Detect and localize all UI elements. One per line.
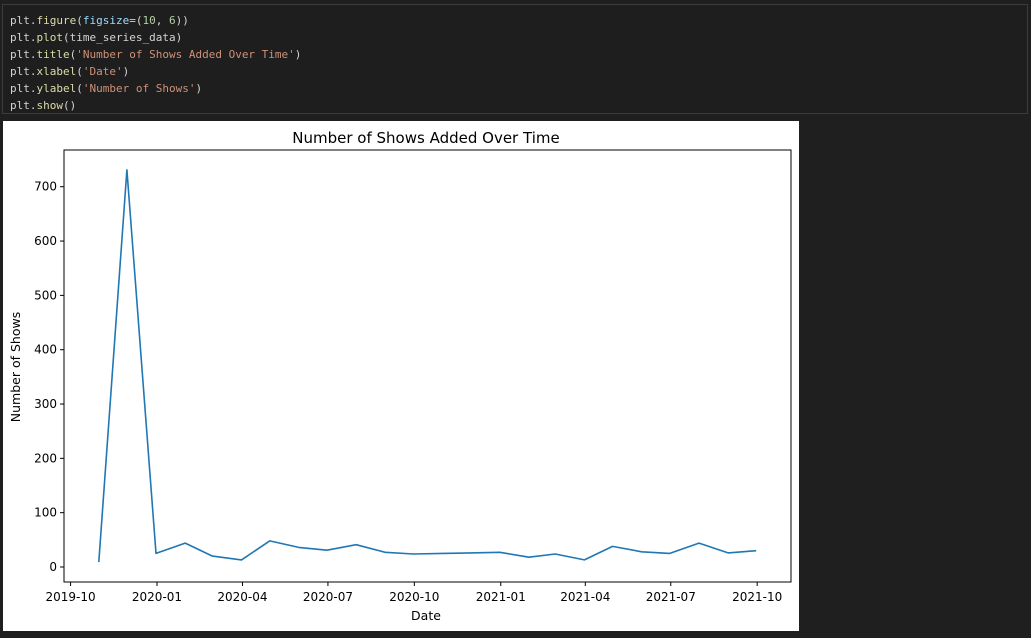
code-token: plt: [10, 99, 30, 112]
code-token: .: [29, 14, 37, 27]
plot-area: [63, 149, 792, 583]
code-token: plt: [10, 31, 30, 44]
code-token: 10: [142, 14, 156, 27]
code-token: (: [76, 14, 83, 27]
x-tick-label: 2021-04: [560, 590, 610, 604]
code-cell[interactable]: plt.figure(figsize=(10, 6)) plt.plot(time…: [2, 4, 1028, 114]
x-tick-label: 2020-01: [132, 590, 182, 604]
y-tick-label: 300: [34, 397, 57, 411]
chart-title: Number of Shows Added Over Time: [292, 129, 559, 147]
code-token: figure: [36, 14, 77, 27]
code-token: xlabel: [36, 65, 77, 78]
code-token: (): [63, 99, 77, 112]
code-token: ): [122, 65, 130, 78]
x-tick-label: 2020-07: [303, 590, 353, 604]
code-token: .: [29, 99, 37, 112]
y-tick-label: 500: [34, 288, 57, 302]
code-token: plt: [10, 82, 30, 95]
code-token: ): [294, 48, 302, 61]
y-tick-label: 200: [34, 451, 57, 465]
x-tick-label: 2021-07: [646, 590, 696, 604]
x-tick-label: 2021-01: [476, 590, 526, 604]
y-axis: 0 100 200 300 400 500 600 700: [34, 180, 64, 574]
plot-output: Number of Shows Added Over Time 0 100 200 3…: [3, 121, 799, 631]
code-token: plt: [10, 48, 30, 61]
code-token: (: [76, 65, 83, 78]
code-line[interactable]: plt.title('Number of Shows Added Over Ti…: [10, 46, 1027, 63]
code-token: title: [36, 48, 70, 61]
code-line[interactable]: plt.xlabel('Date'): [10, 63, 1027, 80]
code-token: ): [195, 82, 203, 95]
code-token: .: [29, 31, 37, 44]
code-token: )): [175, 14, 189, 27]
code-token: ,: [155, 14, 169, 27]
code-token: =: [129, 14, 136, 27]
code-token: 6: [168, 14, 176, 27]
code-token: 'Number of Shows': [82, 82, 196, 95]
code-line[interactable]: plt.ylabel('Number of Shows'): [10, 80, 1027, 97]
code-token: plt: [10, 14, 30, 27]
x-tick-label: 2020-04: [217, 590, 267, 604]
y-tick-label: 100: [34, 506, 57, 520]
code-editor[interactable]: plt.figure(figsize=(10, 6)) plt.plot(time…: [10, 12, 1027, 114]
code-token: .: [29, 65, 37, 78]
y-tick-label: 400: [34, 343, 57, 357]
code-token: .: [29, 82, 37, 95]
series-line: [98, 169, 757, 563]
code-token: show: [36, 99, 64, 112]
code-token: ylabel: [36, 82, 77, 95]
code-token: 'Date': [82, 65, 123, 78]
code-line[interactable]: plt.show(): [10, 97, 1027, 114]
code-token: 'Number of Shows Added Over Time': [76, 48, 295, 61]
x-tick-label: 2020-10: [389, 590, 439, 604]
code-token: plt: [10, 65, 30, 78]
x-tick-label: 2019-10: [46, 590, 96, 604]
x-axis-label: Date: [411, 608, 441, 623]
empty-output-area: [800, 121, 1031, 638]
y-tick-label: 600: [34, 234, 57, 248]
y-tick-label: 700: [34, 180, 57, 194]
code-line[interactable]: plt.plot(time_series_data): [10, 29, 1027, 46]
x-axis: 2019-10 2020-01 2020-04 2020-07 2020-10 2021-…: [46, 582, 782, 604]
code-token: (time_series_data): [63, 31, 183, 44]
series-group: [98, 169, 757, 563]
line-chart: Number of Shows Added Over Time 0 100 200 3…: [8, 129, 792, 623]
y-axis-label: Number of Shows: [8, 312, 23, 422]
code-token: .: [29, 48, 37, 61]
y-tick-label: 0: [49, 560, 57, 574]
x-tick-label: 2021-10: [732, 590, 782, 604]
code-token: (: [76, 82, 83, 95]
code-token: plot: [36, 31, 64, 44]
code-line[interactable]: plt.figure(figsize=(10, 6)): [10, 12, 1027, 29]
code-token: figsize: [82, 14, 130, 27]
